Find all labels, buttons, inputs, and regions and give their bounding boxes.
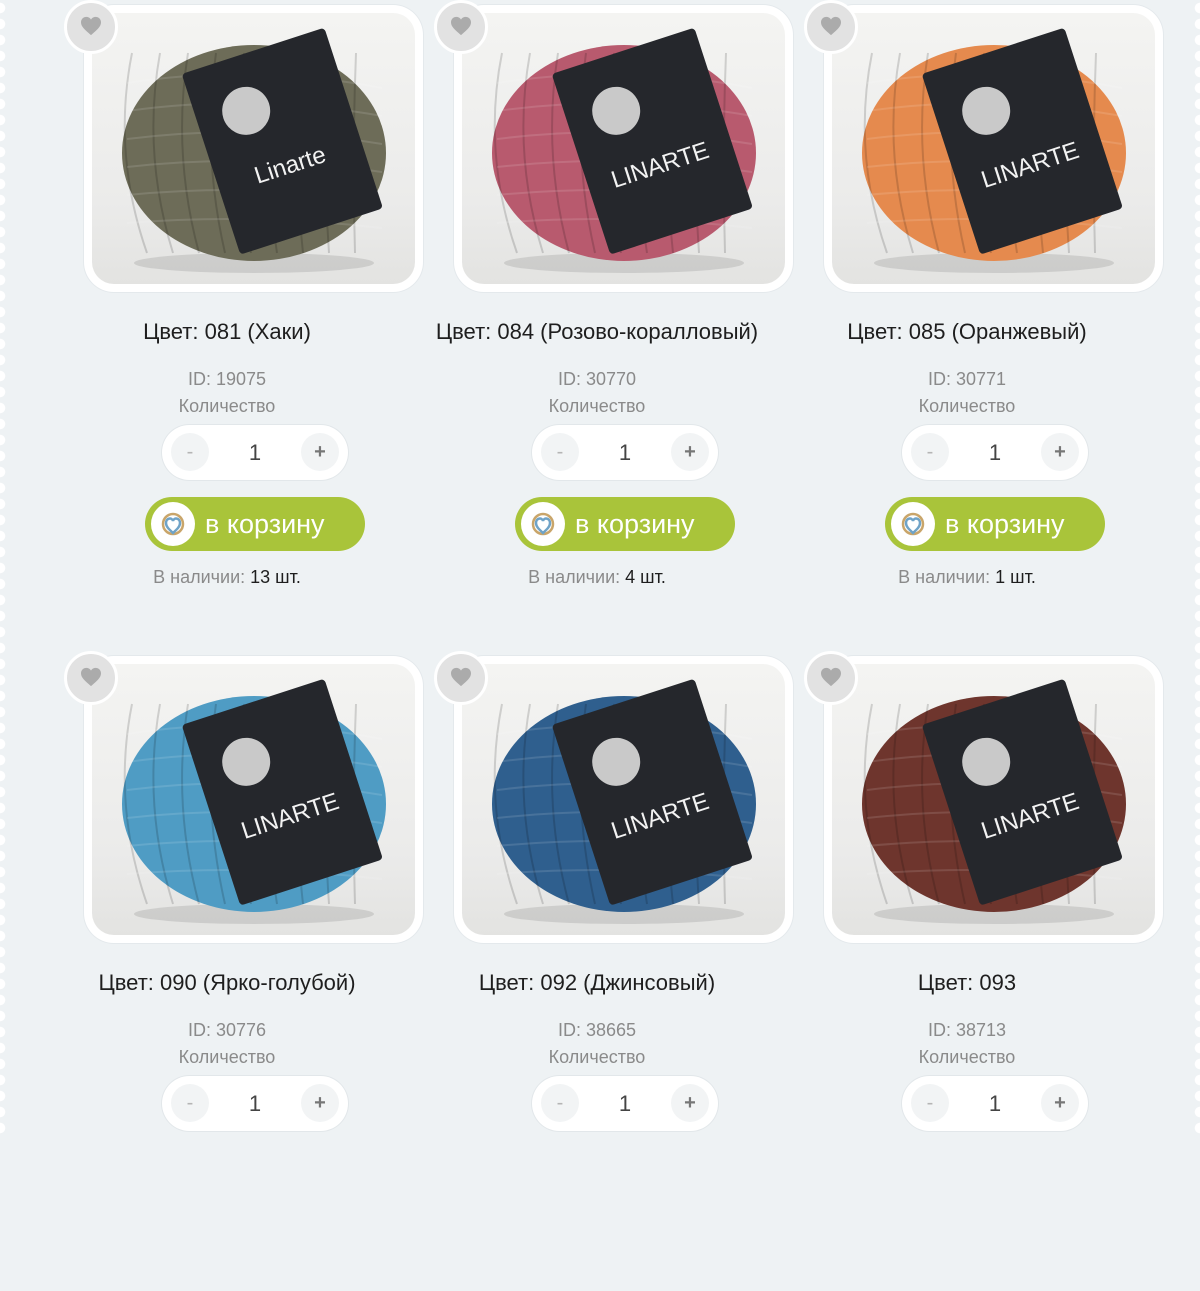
stock-status: В наличии: 1 шт. (797, 566, 1137, 588)
quantity-label: Количество (548, 1047, 646, 1067)
decrement-button[interactable]: - (171, 1084, 209, 1122)
increment-button[interactable]: + (1041, 1084, 1079, 1122)
heart-icon (450, 16, 472, 39)
stock-count: 13 шт. (250, 567, 301, 587)
product-card: LINARTE Цвет: 093 ID: 38713 Количество -… (797, 651, 1163, 1291)
yarn-heart-icon (521, 502, 565, 546)
product-card: LINARTE Цвет: 084 (Розово-коралловый) ID… (427, 0, 793, 640)
decrement-button[interactable]: - (541, 433, 579, 471)
quantity-label: Количество (918, 1047, 1016, 1067)
add-to-cart-button[interactable]: в корзину (515, 497, 735, 551)
product-card: Linarte Цвет: 081 (Хаки) ID: 19075 Колич… (57, 0, 423, 640)
scalloped-edge-left (0, 0, 10, 1136)
quantity-input[interactable] (962, 1076, 1028, 1131)
stock-status: В наличии: 13 шт. (57, 566, 397, 588)
quantity-stepper: - + (532, 425, 718, 480)
quantity-input[interactable] (592, 1076, 658, 1131)
yarn-heart-icon (891, 502, 935, 546)
product-id: ID: 30771 (927, 369, 1007, 389)
scalloped-edge-right (1190, 0, 1200, 1136)
decrement-button[interactable]: - (171, 433, 209, 471)
heart-icon (820, 16, 842, 39)
stock-label: В наличии: (528, 567, 621, 587)
stock-status: В наличии: 4 шт. (427, 566, 767, 588)
increment-button[interactable]: + (671, 1084, 709, 1122)
product-image-frame[interactable]: LINARTE (454, 5, 793, 292)
heart-icon (820, 667, 842, 690)
product-image-frame[interactable]: Linarte (84, 5, 423, 292)
product-image-frame[interactable]: LINARTE (824, 656, 1163, 943)
yarn-heart-icon (151, 502, 195, 546)
stock-label: В наличии: (898, 567, 991, 587)
add-to-cart-button[interactable]: в корзину (885, 497, 1105, 551)
quantity-label: Количество (178, 396, 276, 416)
product-id: ID: 30770 (557, 369, 637, 389)
heart-icon (450, 667, 472, 690)
decrement-button[interactable]: - (911, 1084, 949, 1122)
favorite-button[interactable] (434, 651, 488, 705)
product-title[interactable]: Цвет: 090 (Ярко-голубой) (17, 969, 437, 997)
product-card: LINARTE Цвет: 090 (Ярко-голубой) ID: 307… (57, 651, 423, 1291)
stock-count: 4 шт. (625, 567, 666, 587)
stock-label: В наличии: (153, 567, 246, 587)
increment-button[interactable]: + (1041, 433, 1079, 471)
quantity-input[interactable] (592, 425, 658, 480)
quantity-input[interactable] (222, 425, 288, 480)
heart-icon (80, 667, 102, 690)
product-image: LINARTE (462, 664, 785, 935)
increment-button[interactable]: + (301, 1084, 339, 1122)
add-to-cart-label: в корзину (945, 509, 1065, 539)
product-image: LINARTE (462, 13, 785, 284)
stock-count: 1 шт. (995, 567, 1036, 587)
decrement-button[interactable]: - (911, 433, 949, 471)
product-title[interactable]: Цвет: 084 (Розово-коралловый) (387, 318, 807, 346)
product-image: LINARTE (832, 13, 1155, 284)
add-to-cart-label: в корзину (575, 509, 695, 539)
product-image: LINARTE (832, 664, 1155, 935)
quantity-stepper: - + (162, 1076, 348, 1131)
quantity-stepper: - + (902, 425, 1088, 480)
product-image-frame[interactable]: LINARTE (454, 656, 793, 943)
product-image: Linarte (92, 13, 415, 284)
heart-icon (80, 16, 102, 39)
product-id: ID: 19075 (187, 369, 267, 389)
product-image-frame[interactable]: LINARTE (824, 5, 1163, 292)
decrement-button[interactable]: - (541, 1084, 579, 1122)
product-id: ID: 38713 (927, 1020, 1007, 1040)
quantity-label: Количество (548, 396, 646, 416)
quantity-stepper: - + (162, 425, 348, 480)
add-to-cart-button[interactable]: в корзину (145, 497, 365, 551)
quantity-stepper: - + (902, 1076, 1088, 1131)
quantity-input[interactable] (222, 1076, 288, 1131)
product-id: ID: 30776 (187, 1020, 267, 1040)
product-image: LINARTE (92, 664, 415, 935)
quantity-label: Количество (918, 396, 1016, 416)
product-title[interactable]: Цвет: 085 (Оранжевый) (757, 318, 1177, 346)
product-card: LINARTE Цвет: 092 (Джинсовый) ID: 38665 … (427, 651, 793, 1291)
quantity-stepper: - + (532, 1076, 718, 1131)
product-title[interactable]: Цвет: 092 (Джинсовый) (387, 969, 807, 997)
increment-button[interactable]: + (671, 433, 709, 471)
favorite-button[interactable] (804, 0, 858, 54)
quantity-label: Количество (178, 1047, 276, 1067)
increment-button[interactable]: + (301, 433, 339, 471)
product-image-frame[interactable]: LINARTE (84, 656, 423, 943)
favorite-button[interactable] (64, 0, 118, 54)
quantity-input[interactable] (962, 425, 1028, 480)
favorite-button[interactable] (804, 651, 858, 705)
product-title[interactable]: Цвет: 081 (Хаки) (17, 318, 437, 346)
add-to-cart-label: в корзину (205, 509, 325, 539)
product-card: LINARTE Цвет: 085 (Оранжевый) ID: 30771 … (797, 0, 1163, 640)
favorite-button[interactable] (64, 651, 118, 705)
favorite-button[interactable] (434, 0, 488, 54)
product-id: ID: 38665 (557, 1020, 637, 1040)
product-title[interactable]: Цвет: 093 (757, 969, 1177, 997)
